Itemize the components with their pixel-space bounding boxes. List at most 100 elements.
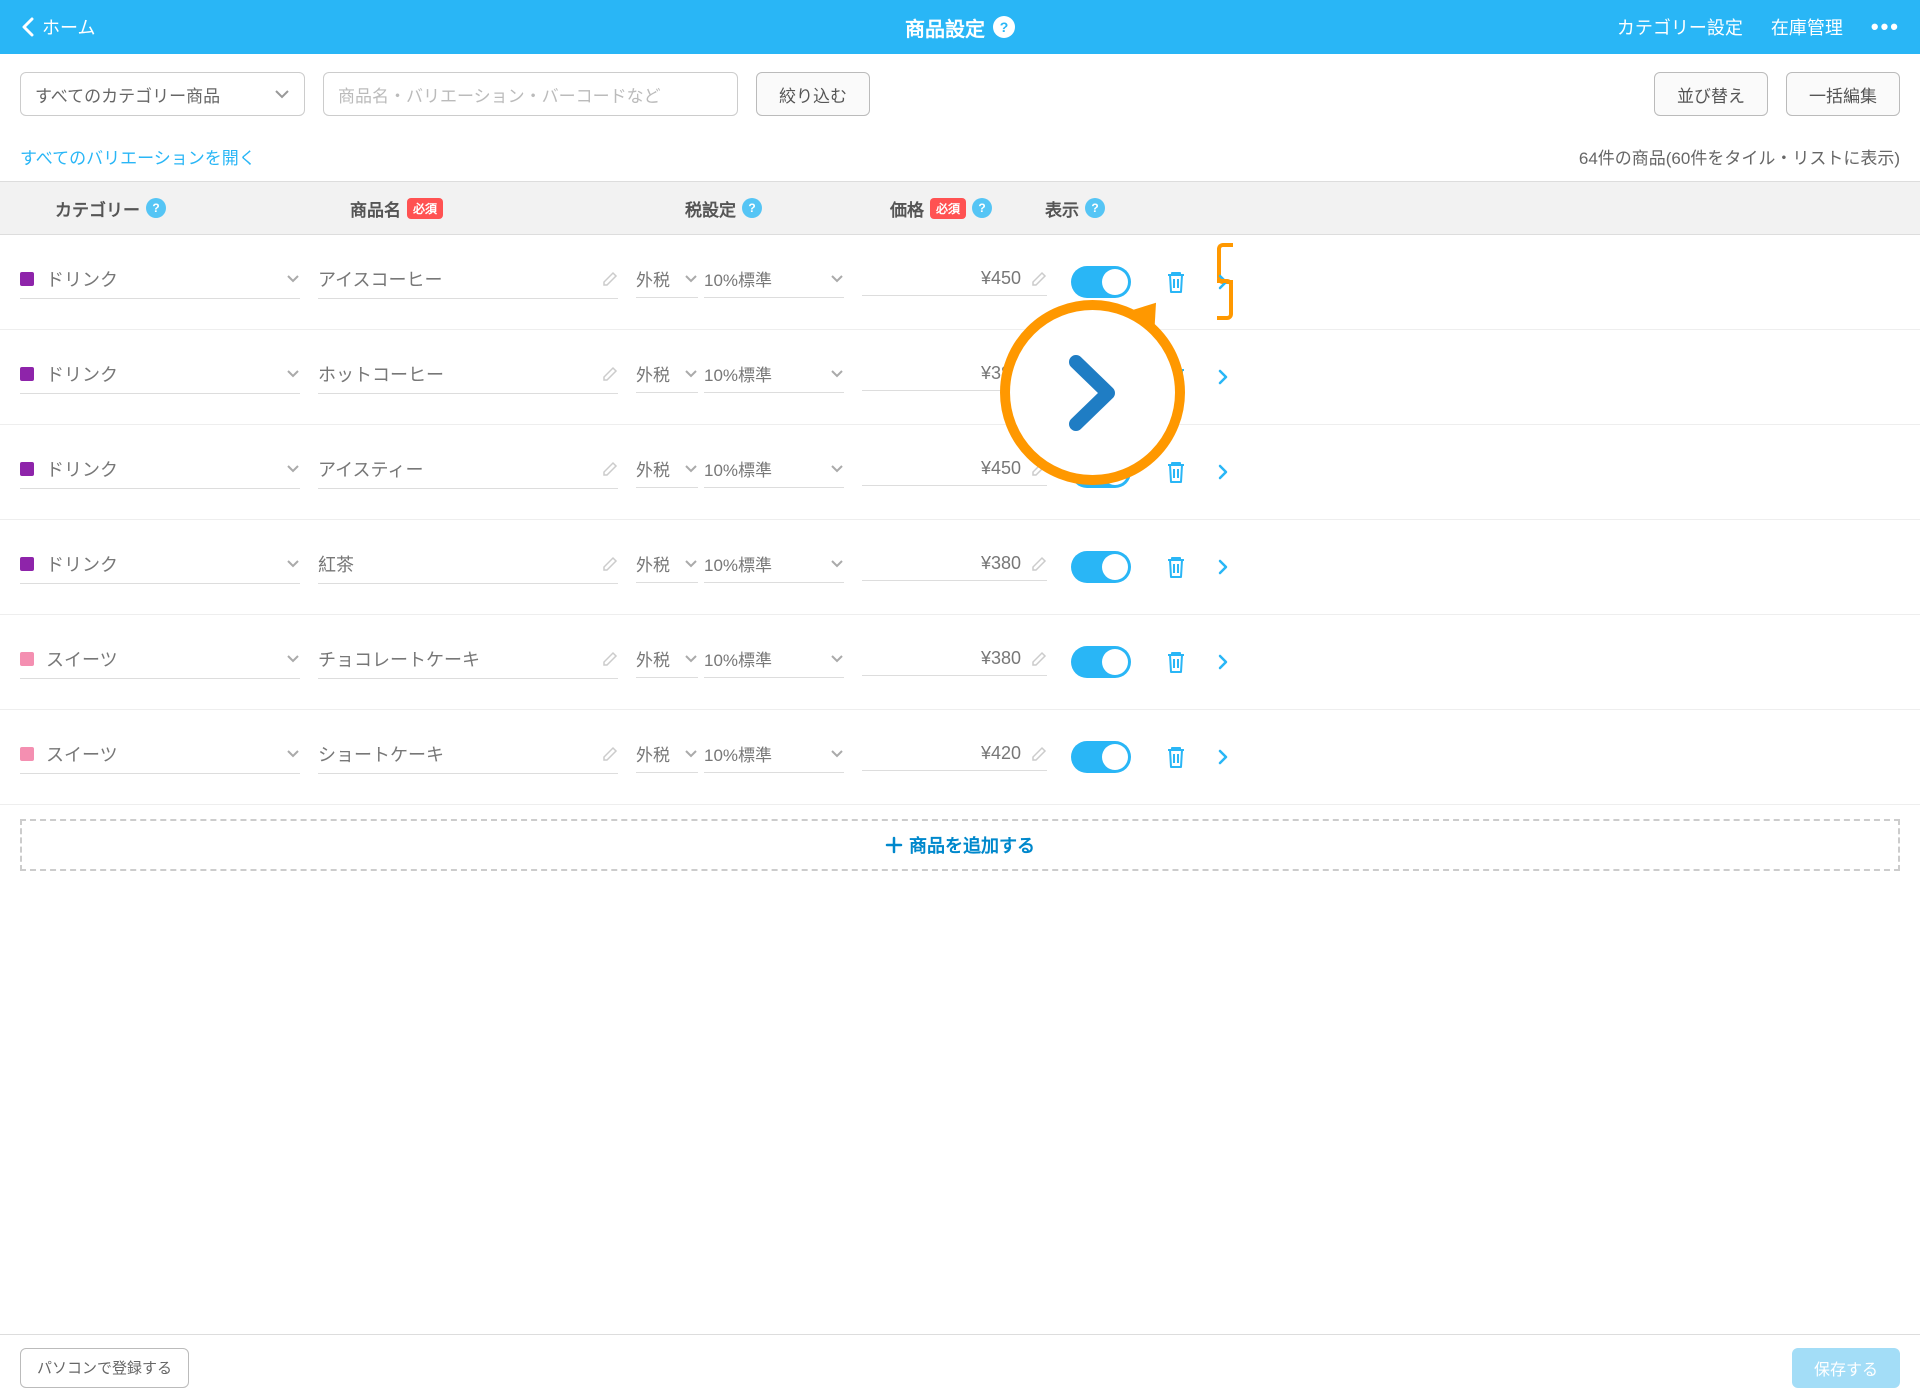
back-button[interactable]: ホーム xyxy=(20,14,95,40)
pencil-icon xyxy=(602,746,618,762)
bulk-edit-button[interactable]: 一括編集 xyxy=(1786,72,1900,116)
tax-type-select[interactable]: 外税 xyxy=(636,361,698,393)
category-settings-link[interactable]: カテゴリー設定 xyxy=(1617,14,1743,40)
help-icon[interactable]: ? xyxy=(993,16,1015,38)
display-toggle[interactable] xyxy=(1071,646,1131,678)
tax-type-select[interactable]: 外税 xyxy=(636,266,698,298)
display-toggle[interactable] xyxy=(1071,266,1131,298)
col-price: 価格 必須 ? xyxy=(830,196,1030,221)
category-cell[interactable]: ドリンク xyxy=(20,266,300,299)
display-toggle[interactable] xyxy=(1071,551,1131,583)
col-tax: 税設定 ? xyxy=(600,196,830,221)
col-category: カテゴリー ? xyxy=(20,196,300,221)
expand-all-link[interactable]: すべてのバリエーションを開く xyxy=(20,144,256,169)
tax-cell: 外税10%標準 xyxy=(636,456,844,488)
price-text: ¥380 xyxy=(981,553,1021,574)
tax-rate-select[interactable]: 10%標準 xyxy=(704,646,844,678)
pc-register-button[interactable]: パソコンで登録する xyxy=(20,1348,189,1388)
chevron-down-icon xyxy=(684,464,698,473)
name-cell[interactable]: 紅茶 xyxy=(318,551,618,584)
required-badge: 必須 xyxy=(407,198,443,219)
row-detail-button-highlighted[interactable] xyxy=(1217,243,1233,320)
search-placeholder: 商品名・バリエーション・バーコードなど xyxy=(338,82,661,107)
page-title: 商品設定 xyxy=(905,13,985,42)
save-button[interactable]: 保存する xyxy=(1792,1348,1900,1388)
pencil-icon xyxy=(1031,271,1047,287)
filter-button[interactable]: 絞り込む xyxy=(756,72,870,116)
chevron-down-icon xyxy=(286,654,300,663)
inventory-link[interactable]: 在庫管理 xyxy=(1771,14,1843,40)
pencil-icon xyxy=(602,651,618,667)
category-cell[interactable]: スイーツ xyxy=(20,741,300,774)
category-swatch xyxy=(20,367,34,381)
category-swatch xyxy=(20,652,34,666)
delete-button[interactable] xyxy=(1165,460,1187,484)
chevron-right-icon xyxy=(1217,463,1229,481)
category-swatch xyxy=(20,747,34,761)
name-cell[interactable]: ショートケーキ xyxy=(318,741,618,774)
tax-rate-select[interactable]: 10%標準 xyxy=(704,456,844,488)
product-name: 紅茶 xyxy=(318,551,602,577)
row-detail-button[interactable] xyxy=(1217,653,1229,671)
sub-row: すべてのバリエーションを開く 64件の商品(60件をタイル・リストに表示) xyxy=(0,134,1920,181)
tax-rate-select[interactable]: 10%標準 xyxy=(704,361,844,393)
tax-type-select[interactable]: 外税 xyxy=(636,551,698,583)
product-row: スイーツショートケーキ外税10%標準 ¥420 xyxy=(0,710,1920,805)
chevron-down-icon xyxy=(684,559,698,568)
delete-button[interactable] xyxy=(1165,745,1187,769)
row-detail-button[interactable] xyxy=(1217,748,1229,766)
tax-type-select[interactable]: 外税 xyxy=(636,646,698,678)
tax-type-select[interactable]: 外税 xyxy=(636,741,698,773)
callout-magnifier xyxy=(1000,300,1185,485)
category-cell[interactable]: ドリンク xyxy=(20,361,300,394)
help-icon[interactable]: ? xyxy=(742,198,762,218)
price-cell[interactable]: ¥380 xyxy=(862,648,1047,676)
chevron-down-icon xyxy=(830,369,844,378)
footer-bar: パソコンで登録する 保存する xyxy=(0,1334,1920,1400)
pencil-icon xyxy=(1031,651,1047,667)
category-text: スイーツ xyxy=(46,646,274,672)
price-cell[interactable]: ¥450 xyxy=(862,268,1047,296)
tax-type-select[interactable]: 外税 xyxy=(636,456,698,488)
tax-rate-select[interactable]: 10%標準 xyxy=(704,551,844,583)
sort-button[interactable]: 並び替え xyxy=(1654,72,1768,116)
row-detail-button[interactable] xyxy=(1217,558,1229,576)
name-cell[interactable]: チョコレートケーキ xyxy=(318,646,618,679)
name-cell[interactable]: アイスティー xyxy=(318,456,618,489)
display-toggle[interactable] xyxy=(1071,741,1131,773)
price-cell[interactable]: ¥380 xyxy=(862,553,1047,581)
chevron-right-icon xyxy=(1058,348,1128,438)
chevron-down-icon xyxy=(830,749,844,758)
search-input[interactable]: 商品名・バリエーション・バーコードなど xyxy=(323,72,738,116)
price-cell[interactable]: ¥450 xyxy=(862,458,1047,486)
row-detail-button[interactable] xyxy=(1217,463,1229,481)
price-cell[interactable]: ¥420 xyxy=(862,743,1047,771)
more-menu-icon[interactable]: ••• xyxy=(1871,14,1900,40)
category-swatch xyxy=(20,272,34,286)
help-icon[interactable]: ? xyxy=(1085,198,1105,218)
category-cell[interactable]: スイーツ xyxy=(20,646,300,679)
category-cell[interactable]: ドリンク xyxy=(20,551,300,584)
tax-rate-select[interactable]: 10%標準 xyxy=(704,266,844,298)
chevron-right-icon xyxy=(1217,558,1229,576)
pencil-icon xyxy=(1031,746,1047,762)
name-cell[interactable]: アイスコーヒー xyxy=(318,266,618,299)
tax-cell: 外税10%標準 xyxy=(636,646,844,678)
add-product-button[interactable]: 商品を追加する xyxy=(20,819,1900,871)
chevron-down-icon xyxy=(286,749,300,758)
category-select[interactable]: すべてのカテゴリー商品 xyxy=(20,72,305,116)
trash-icon xyxy=(1165,460,1187,484)
delete-button[interactable] xyxy=(1165,650,1187,674)
help-icon[interactable]: ? xyxy=(972,198,992,218)
delete-button[interactable] xyxy=(1165,270,1187,294)
row-detail-button[interactable] xyxy=(1217,368,1229,386)
product-rows: ドリンクアイスコーヒー外税10%標準¥450ドリンクホットコーヒー外税10%標準… xyxy=(0,235,1920,805)
name-cell[interactable]: ホットコーヒー xyxy=(318,361,618,394)
column-headers: カテゴリー ? 商品名 必須 税設定 ? 価格 必須 ? 表示 ? xyxy=(0,181,1920,235)
trash-icon xyxy=(1165,270,1187,294)
help-icon[interactable]: ? xyxy=(146,198,166,218)
delete-button[interactable] xyxy=(1165,555,1187,579)
category-cell[interactable]: ドリンク xyxy=(20,456,300,489)
product-row: スイーツ チョコレートケーキ外税10%標準 ¥380 xyxy=(0,615,1920,710)
tax-rate-select[interactable]: 10%標準 xyxy=(704,741,844,773)
